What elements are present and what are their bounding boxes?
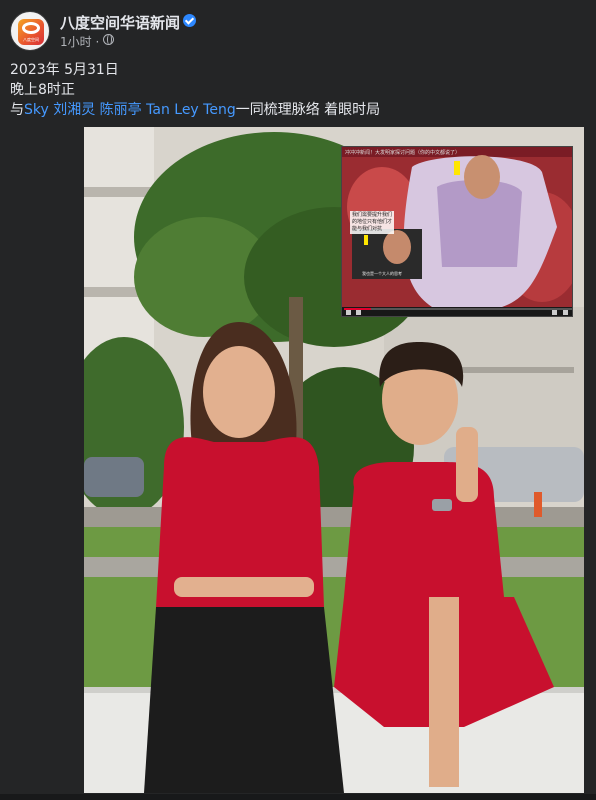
post-time[interactable]: 1小时 · bbox=[60, 33, 99, 50]
post-text: 2023年 5月31日 晚上8时正 与Sky 刘湘灵 陈丽亭 Tan Ley T… bbox=[10, 60, 380, 120]
tag-prefix: 与 bbox=[10, 102, 24, 118]
video-inset[interactable]: 冲冲冲新闻！大发明家探讨问题（你的中文都说了） 我们需要提升我们的地位只有他们才… bbox=[341, 146, 573, 317]
page-name[interactable]: 八度空间华语新闻 bbox=[60, 12, 180, 33]
tag-suffix: 一同梳理脉络 着眼时局 bbox=[235, 102, 381, 118]
video-progress-bar[interactable] bbox=[344, 308, 572, 310]
video-caption: 我也是一个大人的思考 bbox=[362, 271, 402, 276]
post-time-line: 晚上8时正 bbox=[10, 82, 75, 98]
video-controls[interactable] bbox=[342, 307, 572, 316]
settings-icon[interactable] bbox=[552, 310, 557, 315]
post-photo-area: 冲冲冲新闻！大发明家探讨问题（你的中文都说了） 我们需要提升我们的地位只有他们才… bbox=[0, 126, 596, 794]
post-header: 八度空间 八度空间华语新闻 1小时 · bbox=[0, 0, 596, 58]
post-date-line: 2023年 5月31日 bbox=[10, 62, 119, 78]
play-icon[interactable] bbox=[346, 310, 351, 315]
volume-icon[interactable] bbox=[356, 310, 361, 315]
post-photo[interactable]: 冲冲冲新闻！大发明家探讨问题（你的中文都说了） 我们需要提升我们的地位只有他们才… bbox=[84, 127, 584, 793]
fullscreen-icon[interactable] bbox=[563, 310, 568, 315]
globe-icon[interactable] bbox=[103, 34, 114, 45]
video-title: 冲冲冲新闻！大发明家探讨问题（你的中文都说了） bbox=[345, 150, 461, 156]
bottom-edge bbox=[0, 794, 596, 800]
avatar-text: 八度空间 bbox=[23, 37, 39, 42]
post-tag-line: 与Sky 刘湘灵 陈丽亭 Tan Ley Teng一同梳理脉络 着眼时局 bbox=[10, 100, 380, 120]
verified-badge-icon bbox=[183, 14, 196, 27]
tagged-people-link[interactable]: Sky 刘湘灵 陈丽亭 Tan Ley Teng bbox=[24, 102, 236, 118]
page-avatar[interactable]: 八度空间 bbox=[10, 11, 50, 51]
video-subtitle: 我们需要提升我们的地位只有他们才能与我们对抗 bbox=[350, 211, 394, 234]
